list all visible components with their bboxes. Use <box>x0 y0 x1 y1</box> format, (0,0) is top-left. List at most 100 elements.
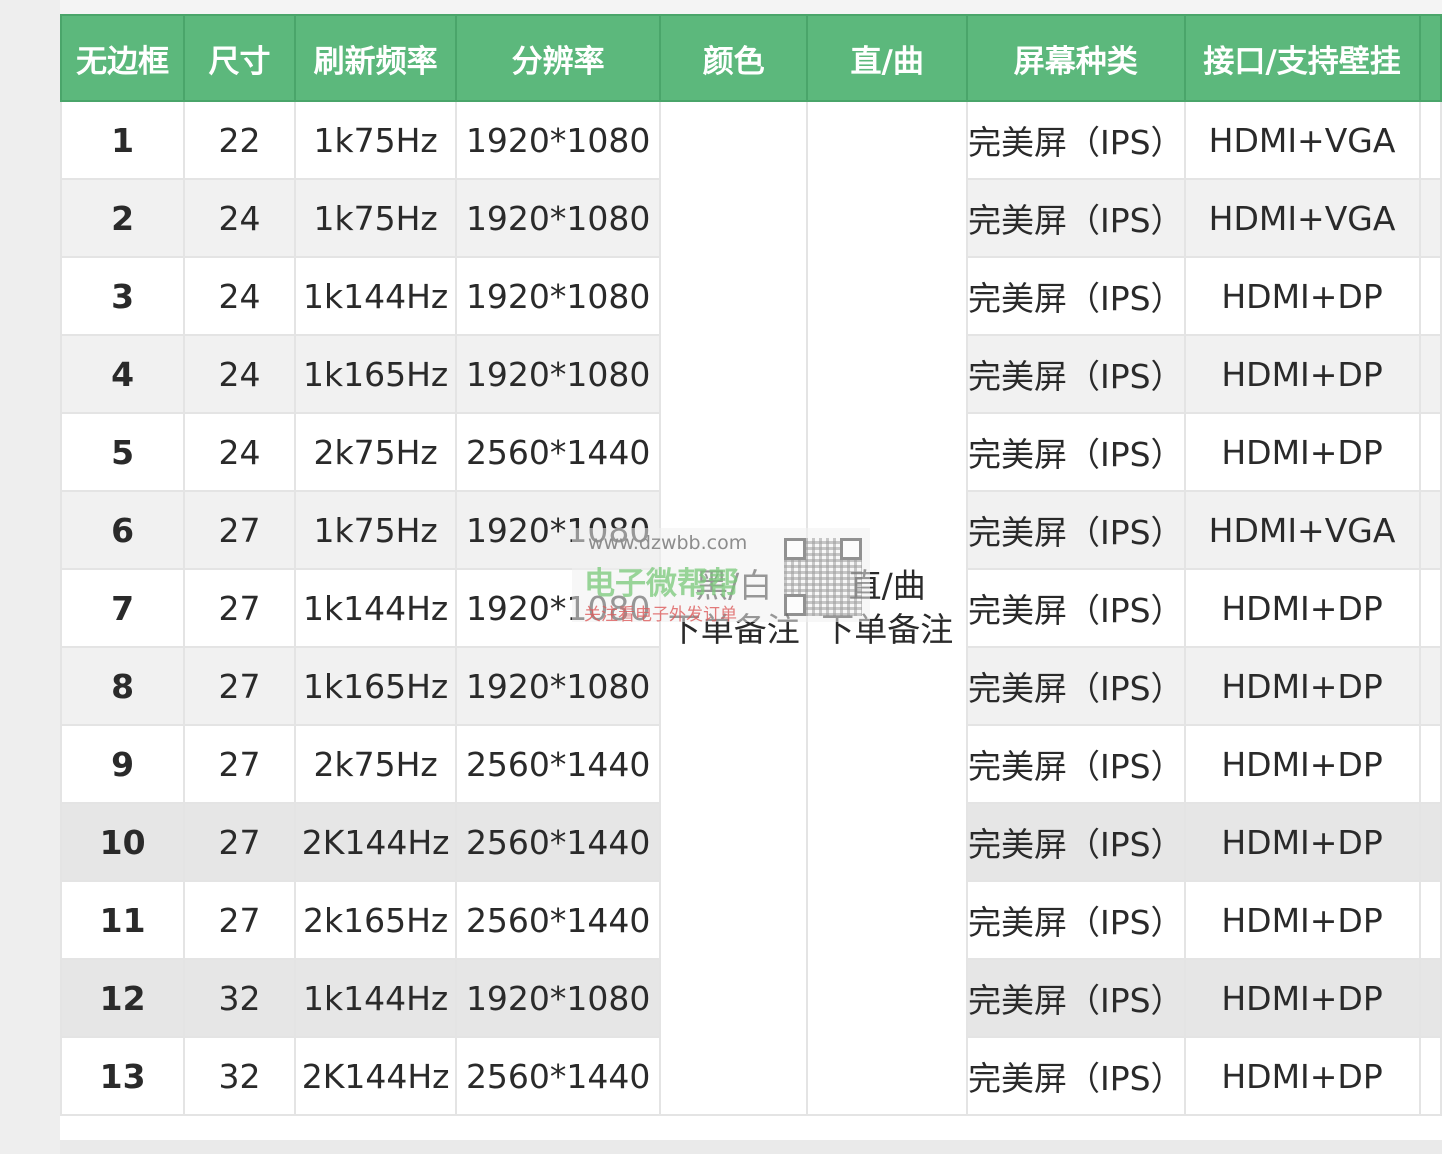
cell-resolution: 1920*1080 <box>455 178 661 258</box>
cell-no: 11 <box>59 880 186 960</box>
cell-port: HDMI+DP <box>1183 802 1421 882</box>
cell-no: 10 <box>59 802 186 882</box>
header-no: 无边框 <box>59 14 186 102</box>
cell-resolution: 1920*1080 <box>455 646 661 726</box>
cell-size: 27 <box>183 880 296 960</box>
cell-no: 12 <box>59 958 186 1038</box>
cell-port: HDMI+DP <box>1183 256 1421 336</box>
cell-extra <box>1418 646 1442 726</box>
cell-shape-merged: 直/曲 下单备注 <box>806 100 968 1116</box>
cell-no: 1 <box>59 100 186 180</box>
cell-screen-type: 完美屏（IPS） <box>965 802 1186 882</box>
cell-resolution: 2560*1440 <box>455 1036 661 1116</box>
cell-refresh: 1k144Hz <box>293 568 458 648</box>
cell-port: HDMI+DP <box>1183 958 1421 1038</box>
cell-refresh: 2K144Hz <box>293 1036 458 1116</box>
cell-resolution: 1920*1080 <box>455 490 661 570</box>
cell-size: 24 <box>183 412 296 492</box>
cell-port: HDMI+VGA <box>1183 490 1421 570</box>
cell-no: 5 <box>59 412 186 492</box>
cell-port: HDMI+DP <box>1183 568 1421 648</box>
cell-port: HDMI+DP <box>1183 334 1421 414</box>
cell-screen-type: 完美屏（IPS） <box>965 880 1186 960</box>
cell-size: 32 <box>183 1036 296 1116</box>
cell-port: HDMI+VGA <box>1183 178 1421 258</box>
cell-size: 27 <box>183 646 296 726</box>
cell-resolution: 1920*1080 <box>455 568 661 648</box>
cell-resolution: 1920*1080 <box>455 256 661 336</box>
cell-screen-type: 完美屏（IPS） <box>965 178 1186 258</box>
cell-no: 6 <box>59 490 186 570</box>
cell-extra <box>1418 1036 1442 1116</box>
header-resolution: 分辨率 <box>455 14 661 102</box>
cell-port: HDMI+DP <box>1183 880 1421 960</box>
cell-screen-type: 完美屏（IPS） <box>965 958 1186 1038</box>
cell-no: 4 <box>59 334 186 414</box>
cell-no: 2 <box>59 178 186 258</box>
cell-color-merged: 黑/白 下单备注 <box>658 100 809 1116</box>
header-port: 接口/支持壁挂 <box>1183 14 1421 102</box>
cell-screen-type: 完美屏（IPS） <box>965 334 1186 414</box>
cell-extra <box>1418 256 1442 336</box>
cell-no: 9 <box>59 724 186 804</box>
cell-resolution: 1920*1080 <box>455 958 661 1038</box>
cell-size: 24 <box>183 178 296 258</box>
cell-extra <box>1418 178 1442 258</box>
cell-refresh: 2k75Hz <box>293 724 458 804</box>
cell-no: 7 <box>59 568 186 648</box>
cell-extra <box>1418 958 1442 1038</box>
cell-refresh: 1k75Hz <box>293 178 458 258</box>
table-row: 1 22 1k75Hz 1920*1080 黑/白 下单备注 直/曲 下单备注 … <box>59 100 1442 1116</box>
cell-screen-type: 完美屏（IPS） <box>965 568 1186 648</box>
left-margin-strip <box>0 0 60 1154</box>
cell-refresh: 1k144Hz <box>293 958 458 1038</box>
cell-resolution: 2560*1440 <box>455 802 661 882</box>
header-color: 颜色 <box>658 14 809 102</box>
shape-note-line1: 直/曲 <box>848 566 926 605</box>
cell-screen-type: 完美屏（IPS） <box>965 724 1186 804</box>
cell-extra <box>1418 412 1442 492</box>
cell-resolution: 2560*1440 <box>455 880 661 960</box>
cell-screen-type: 完美屏（IPS） <box>965 412 1186 492</box>
cell-screen-type: 完美屏（IPS） <box>965 646 1186 726</box>
cell-no: 3 <box>59 256 186 336</box>
bottom-band <box>60 1140 1442 1154</box>
top-band <box>60 0 1442 14</box>
cell-refresh: 1k165Hz <box>293 646 458 726</box>
cell-extra <box>1418 334 1442 414</box>
cell-refresh: 1k75Hz <box>293 100 458 180</box>
cell-resolution: 1920*1080 <box>455 100 661 180</box>
cell-resolution: 2560*1440 <box>455 724 661 804</box>
cell-no: 13 <box>59 1036 186 1116</box>
monitor-spec-table: 无边框 尺寸 刷新频率 分辨率 颜色 直/曲 屏幕种类 接口/支持壁挂 1 22… <box>59 14 1442 1116</box>
cell-resolution: 2560*1440 <box>455 412 661 492</box>
cell-port: HDMI+DP <box>1183 646 1421 726</box>
header-refresh: 刷新频率 <box>293 14 458 102</box>
cell-extra <box>1418 802 1442 882</box>
header-extra <box>1418 14 1442 102</box>
shape-note-line2: 下单备注 <box>821 610 954 649</box>
cell-size: 27 <box>183 802 296 882</box>
header-screen-type: 屏幕种类 <box>965 14 1186 102</box>
cell-screen-type: 完美屏（IPS） <box>965 100 1186 180</box>
cell-extra <box>1418 490 1442 570</box>
cell-refresh: 1k75Hz <box>293 490 458 570</box>
cell-size: 27 <box>183 724 296 804</box>
cell-port: HDMI+VGA <box>1183 100 1421 180</box>
cell-extra <box>1418 100 1442 180</box>
cell-screen-type: 完美屏（IPS） <box>965 490 1186 570</box>
cell-port: HDMI+DP <box>1183 1036 1421 1116</box>
cell-refresh: 2k75Hz <box>293 412 458 492</box>
header-row: 无边框 尺寸 刷新频率 分辨率 颜色 直/曲 屏幕种类 接口/支持壁挂 <box>59 14 1442 102</box>
cell-extra <box>1418 568 1442 648</box>
cell-size: 32 <box>183 958 296 1038</box>
header-size: 尺寸 <box>183 14 296 102</box>
cell-port: HDMI+DP <box>1183 412 1421 492</box>
cell-size: 24 <box>183 334 296 414</box>
cell-size: 27 <box>183 568 296 648</box>
spreadsheet-sheet: 无边框 尺寸 刷新频率 分辨率 颜色 直/曲 屏幕种类 接口/支持壁挂 1 22… <box>59 0 1442 1154</box>
color-note-line2: 下单备注 <box>667 610 800 649</box>
cell-screen-type: 完美屏（IPS） <box>965 1036 1186 1116</box>
cell-refresh: 2k165Hz <box>293 880 458 960</box>
cell-size: 22 <box>183 100 296 180</box>
